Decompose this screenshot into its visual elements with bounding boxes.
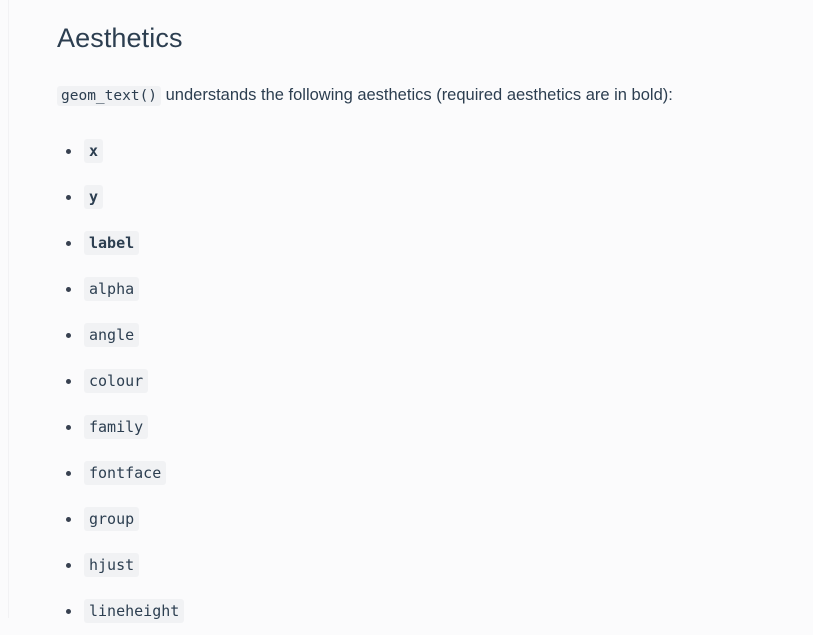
aesthetic-name-code: hjust	[84, 553, 140, 578]
aesthetic-name-code: group	[84, 507, 140, 532]
list-item: fontface	[57, 450, 813, 496]
list-item: group	[57, 496, 813, 542]
list-item: lineheight	[57, 588, 813, 634]
list-item: angle	[57, 312, 813, 358]
aesthetic-name-code: alpha	[84, 277, 140, 302]
documentation-page: Aesthetics geom_text() understands the f…	[0, 0, 813, 634]
bullet-icon	[66, 378, 71, 384]
bullet-icon	[66, 608, 71, 614]
aesthetic-name-code: fontface	[84, 461, 167, 486]
aesthetic-name-code: colour	[84, 369, 149, 394]
aesthetic-name-code: x	[84, 139, 104, 164]
page-title: Aesthetics	[57, 23, 183, 53]
aesthetic-name-code: y	[84, 185, 104, 210]
bullet-icon	[66, 286, 71, 292]
bullet-icon	[66, 516, 71, 522]
aesthetic-name-code: angle	[84, 323, 140, 348]
bullet-icon	[66, 470, 71, 476]
bullet-icon	[66, 240, 71, 246]
aesthetics-intro-text: understands the following aesthetics (re…	[161, 85, 673, 104]
aesthetics-list: x y label alpha angle colour family fontface gro…	[57, 128, 813, 634]
bullet-icon	[66, 562, 71, 568]
bullet-icon	[66, 194, 71, 200]
aesthetic-name-code: label	[84, 231, 140, 256]
bullet-icon	[66, 332, 71, 338]
list-item: colour	[57, 358, 813, 404]
aesthetics-intro-paragraph: geom_text() understands the following ae…	[57, 83, 797, 109]
bullet-icon	[66, 148, 71, 154]
geom-text-inline-code: geom_text()	[57, 85, 162, 106]
aesthetic-name-code: family	[84, 415, 149, 440]
list-item: x	[57, 128, 813, 174]
list-item: alpha	[57, 266, 813, 312]
list-item: y	[57, 174, 813, 220]
list-item: family	[57, 404, 813, 450]
list-item: label	[57, 220, 813, 266]
bullet-icon	[66, 424, 71, 430]
aesthetic-name-code: lineheight	[84, 599, 185, 624]
list-item: hjust	[57, 542, 813, 588]
